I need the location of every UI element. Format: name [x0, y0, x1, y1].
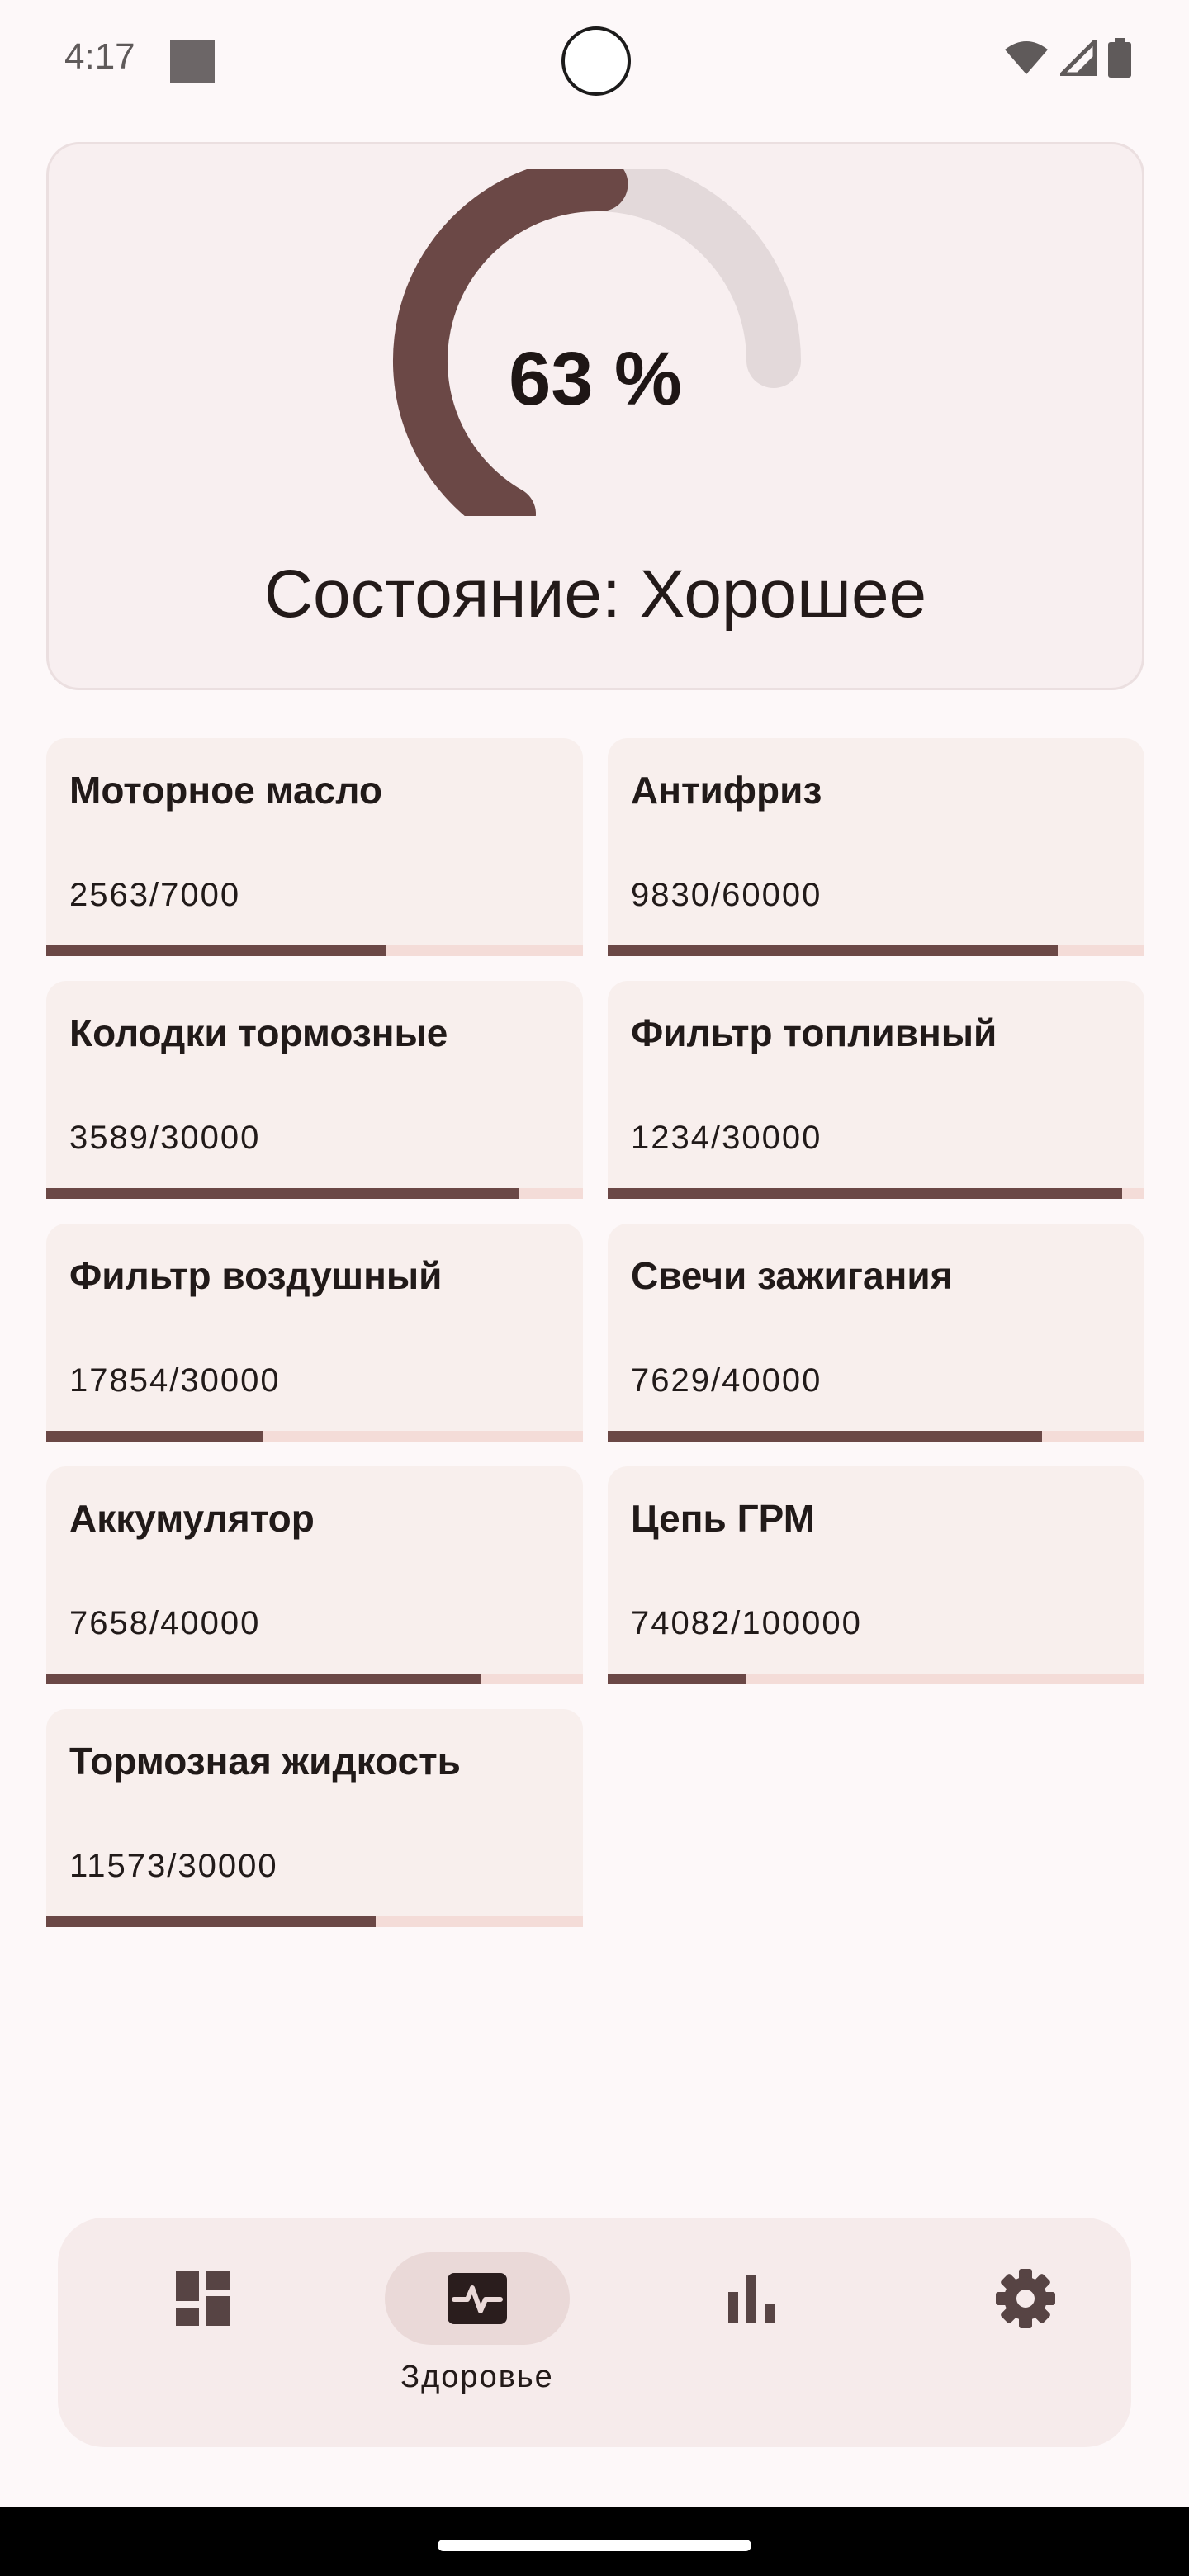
item-title: Аккумулятор [69, 1497, 315, 1540]
item-title: Фильтр топливный [631, 1011, 997, 1054]
item-progress-fill [46, 1431, 264, 1442]
item-card-battery[interactable]: Аккумулятор 7658/40000 [46, 1466, 583, 1684]
item-card-brake-fluid[interactable]: Тормозная жидкость 11573/30000 [46, 1709, 583, 1927]
item-title: Антифриз [631, 769, 822, 812]
gear-icon [996, 2269, 1055, 2328]
item-value: 9830/60000 [631, 877, 822, 913]
item-value: 11573/30000 [69, 1848, 278, 1884]
notification-icon [170, 40, 215, 83]
item-value: 17854/30000 [69, 1362, 281, 1399]
item-card-air-filter[interactable]: Фильтр воздушный 17854/30000 [46, 1224, 583, 1442]
nav-health[interactable]: Здоровье [353, 2218, 601, 2447]
item-progress-track [46, 1188, 583, 1199]
item-title: Фильтр воздушный [69, 1254, 443, 1297]
bottom-navigation: Здоровье [58, 2218, 1131, 2447]
nav-icon-container [933, 2252, 1118, 2345]
item-value: 3589/30000 [69, 1120, 261, 1156]
home-indicator[interactable] [438, 2540, 751, 2551]
item-card-antifreeze[interactable]: Антифриз 9830/60000 [608, 738, 1144, 956]
item-progress-fill [46, 1916, 377, 1927]
item-progress-track [608, 1674, 1144, 1684]
nav-icon-container [659, 2252, 844, 2345]
cellular-icon [1060, 40, 1097, 76]
monitor-heart-icon [448, 2273, 507, 2324]
nav-settings[interactable] [902, 2218, 1149, 2447]
status-icons [1004, 38, 1131, 78]
battery-icon [1108, 38, 1131, 78]
item-progress-fill [46, 1188, 519, 1199]
camera-cutout [561, 26, 631, 96]
item-title: Цепь ГРМ [631, 1497, 816, 1540]
bar-chart-icon [728, 2275, 775, 2323]
item-value: 1234/30000 [631, 1120, 822, 1156]
item-progress-fill [608, 1431, 1042, 1442]
item-value: 2563/7000 [69, 877, 241, 913]
item-progress-track [46, 1431, 583, 1442]
item-progress-track [46, 1916, 583, 1927]
item-progress-fill [608, 945, 1058, 956]
condition-status: Состояние: Хорошее [263, 556, 927, 632]
item-title: Колодки тормозные [69, 1011, 448, 1054]
item-progress-track [46, 945, 583, 956]
dashboard-icon [176, 2271, 230, 2326]
item-progress-fill [46, 1674, 481, 1684]
item-title: Тормозная жидкость [69, 1740, 461, 1783]
nav-label-health: Здоровье [400, 2360, 554, 2394]
item-progress-track [608, 1188, 1144, 1199]
nav-dashboard[interactable] [79, 2218, 327, 2447]
item-value: 7629/40000 [631, 1362, 822, 1399]
item-card-fuel-filter[interactable]: Фильтр топливный 1234/30000 [608, 981, 1144, 1199]
gauge-percent: 63 % [509, 337, 682, 421]
status-bar: 4:17 [0, 0, 1189, 124]
nav-icon-container [385, 2252, 570, 2345]
item-progress-track [608, 945, 1144, 956]
item-value: 74082/100000 [631, 1605, 862, 1641]
item-card-brake-pads[interactable]: Колодки тормозные 3589/30000 [46, 981, 583, 1199]
item-progress-fill [608, 1674, 747, 1684]
item-progress-track [46, 1674, 583, 1684]
nav-statistics[interactable] [628, 2218, 875, 2447]
wifi-icon [1005, 41, 1048, 74]
item-card-timing-chain[interactable]: Цепь ГРМ 74082/100000 [608, 1466, 1144, 1684]
item-title: Моторное масло [69, 769, 382, 812]
nav-icon-container [111, 2252, 296, 2345]
health-gauge-card: 63 % Состояние: Хорошее [46, 142, 1144, 690]
status-time: 4:17 [64, 36, 135, 77]
item-progress-fill [46, 945, 387, 956]
item-card-spark-plugs[interactable]: Свечи зажигания 7629/40000 [608, 1224, 1144, 1442]
item-title: Свечи зажигания [631, 1254, 953, 1297]
item-card-engine-oil[interactable]: Моторное масло 2563/7000 [46, 738, 583, 956]
item-progress-fill [608, 1188, 1123, 1199]
item-progress-track [608, 1431, 1144, 1442]
item-value: 7658/40000 [69, 1605, 261, 1641]
